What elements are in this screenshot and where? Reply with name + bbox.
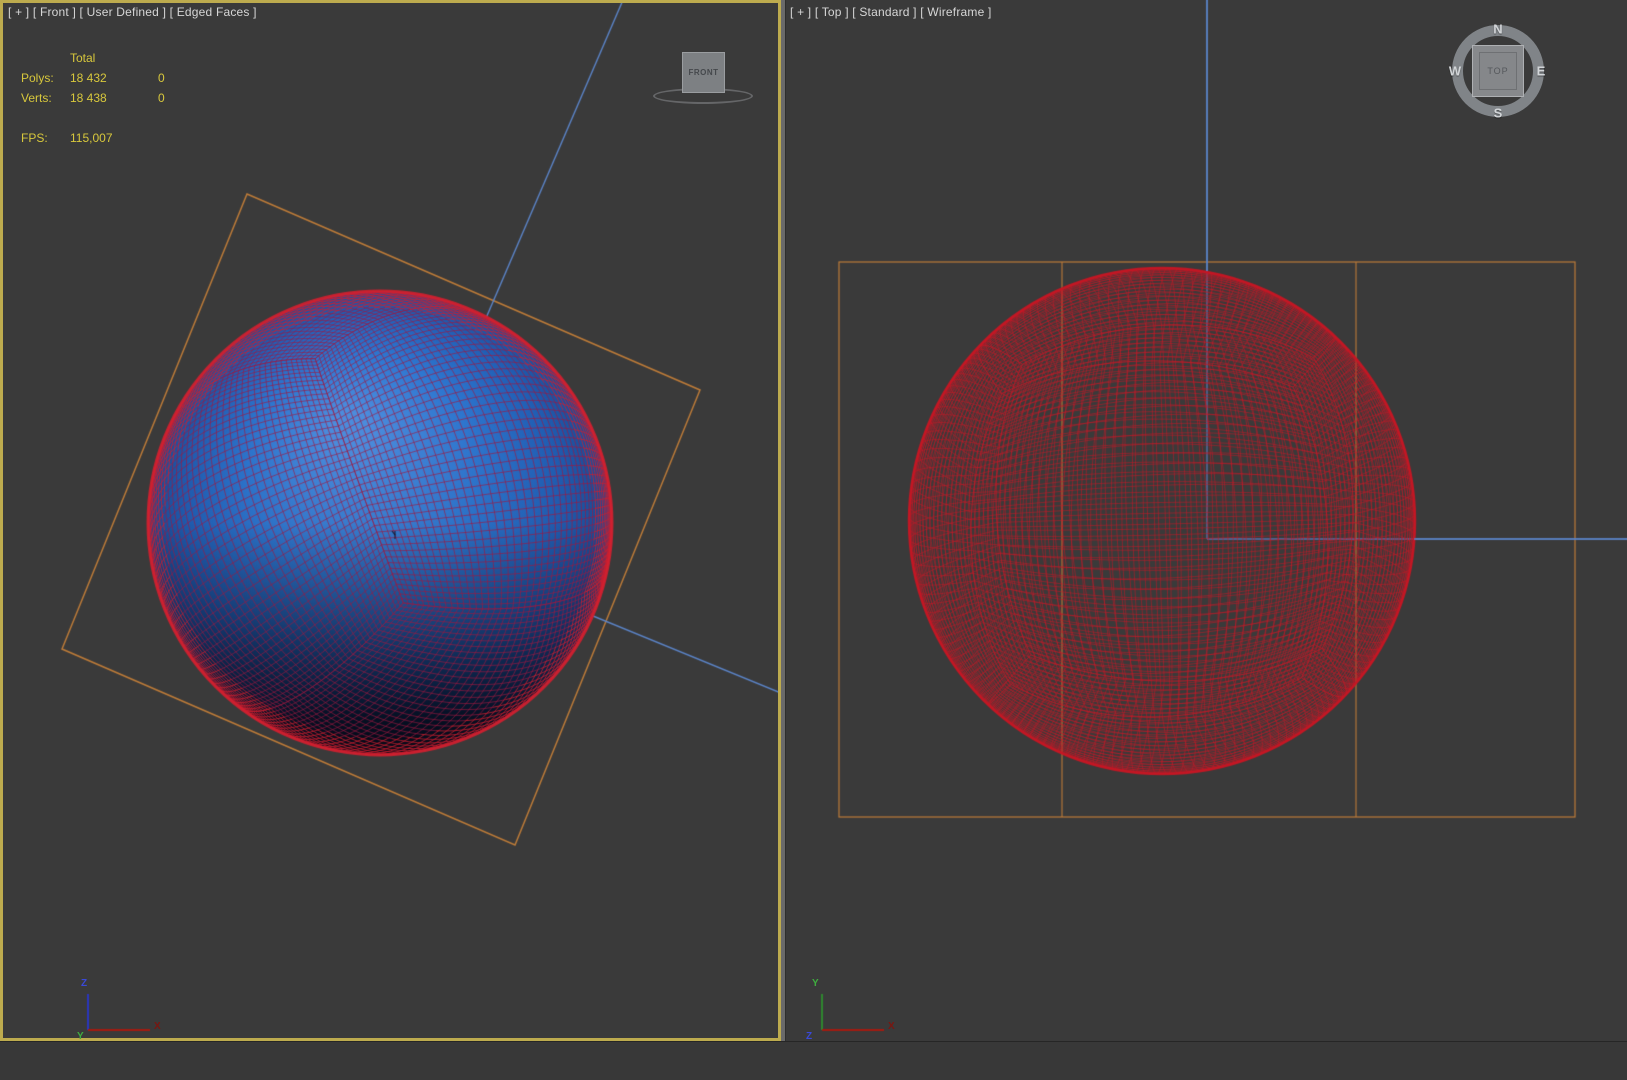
viewcube-front-face[interactable]: FRONT [682, 52, 725, 93]
stats-fps-value: 115,007 [70, 131, 113, 145]
viewcube-front-face-label: FRONT [688, 68, 719, 77]
viewcube-top-face[interactable]: TOP [1472, 45, 1524, 97]
stats-fps-label: FPS: [21, 131, 48, 145]
max-dual-viewport: [ + ] [ Front ] [ User Defined ] [ Edged… [0, 0, 1627, 1080]
viewport-top-canvas[interactable] [786, 0, 1627, 1041]
tripod-right-y-label: Y [812, 978, 819, 989]
stats-total-header: Total [70, 51, 96, 65]
viewcube-front[interactable]: FRONT [622, 48, 762, 110]
viewport-front-canvas[interactable] [0, 0, 781, 1041]
tripod-right-z-label: Z [806, 1031, 813, 1042]
stats-polys-label: Polys: [21, 71, 54, 85]
viewcube-top-face-inner: TOP [1479, 52, 1517, 90]
bottom-bar [0, 1041, 1627, 1080]
tripod-left-z-label: Z [81, 978, 88, 989]
tripod-right-x-label: X [888, 1021, 895, 1032]
compass-west-label[interactable]: W [1449, 64, 1461, 79]
viewport-splitter[interactable] [781, 0, 785, 1041]
compass-south-label[interactable]: S [1494, 106, 1503, 121]
stats-verts-label: Verts: [21, 91, 52, 105]
stats-verts-total: 18 438 [70, 91, 107, 105]
viewcube-top[interactable]: N S W E TOP [1446, 12, 1550, 124]
stats-polys-total: 18 432 [70, 71, 107, 85]
compass-north-label[interactable]: N [1493, 22, 1502, 37]
stats-polys-selected: 0 [158, 71, 165, 85]
tripod-left-y-label: Y [77, 1031, 84, 1042]
tripod-left-x-label: X [154, 1021, 161, 1032]
viewport-label-top[interactable]: [ + ] [ Top ] [ Standard ] [ Wireframe ] [790, 5, 992, 19]
stats-verts-selected: 0 [158, 91, 165, 105]
viewport-label-front[interactable]: [ + ] [ Front ] [ User Defined ] [ Edged… [8, 5, 257, 19]
compass-east-label[interactable]: E [1537, 64, 1546, 79]
viewcube-top-face-label: TOP [1487, 66, 1509, 76]
